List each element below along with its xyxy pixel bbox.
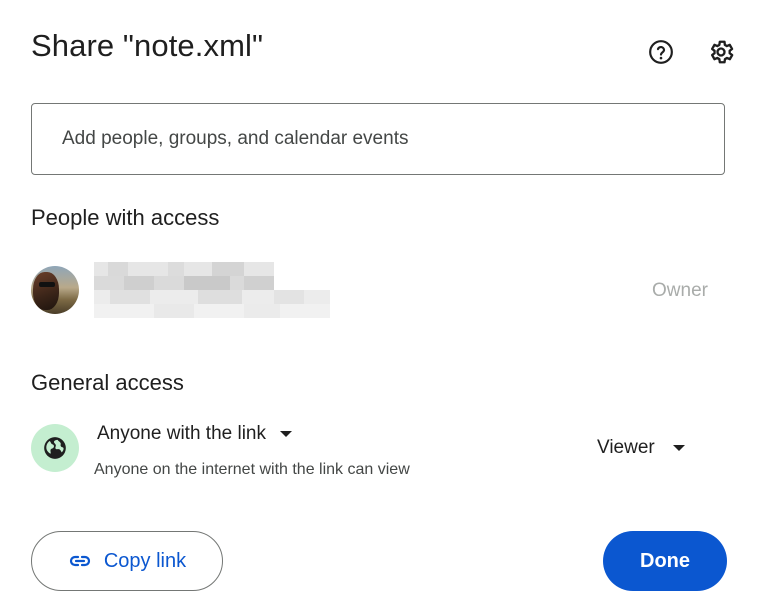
copy-link-button[interactable]: Copy link bbox=[31, 531, 223, 591]
gear-icon bbox=[710, 40, 734, 64]
general-access-icon-badge bbox=[31, 424, 79, 472]
caret-down-icon bbox=[280, 431, 292, 437]
copy-link-label: Copy link bbox=[103, 549, 187, 572]
help-button[interactable] bbox=[643, 34, 679, 70]
general-access-description: Anyone on the internet with the link can… bbox=[94, 461, 410, 478]
link-icon bbox=[69, 555, 90, 567]
people-with-access-heading: People with access bbox=[31, 205, 220, 230]
add-people-input[interactable]: Add people, groups, and calendar events bbox=[31, 103, 725, 175]
done-button[interactable]: Done bbox=[603, 531, 727, 591]
caret-down-icon bbox=[672, 445, 685, 451]
help-circle-icon bbox=[649, 40, 673, 64]
role-dropdown[interactable]: Viewer bbox=[597, 437, 685, 459]
redacted-owner-name bbox=[94, 262, 330, 318]
general-access-scope-dropdown[interactable]: Anyone with the link bbox=[97, 423, 292, 445]
general-access-scope-label: Anyone with the link bbox=[97, 423, 266, 444]
dialog-title: Share "note.xml" bbox=[31, 28, 264, 63]
globe-icon bbox=[44, 437, 66, 459]
avatar bbox=[31, 266, 79, 314]
general-access-heading: General access bbox=[31, 370, 184, 395]
owner-role-label: Owner bbox=[652, 280, 708, 301]
settings-button[interactable] bbox=[703, 34, 739, 70]
role-label: Viewer bbox=[597, 437, 655, 458]
